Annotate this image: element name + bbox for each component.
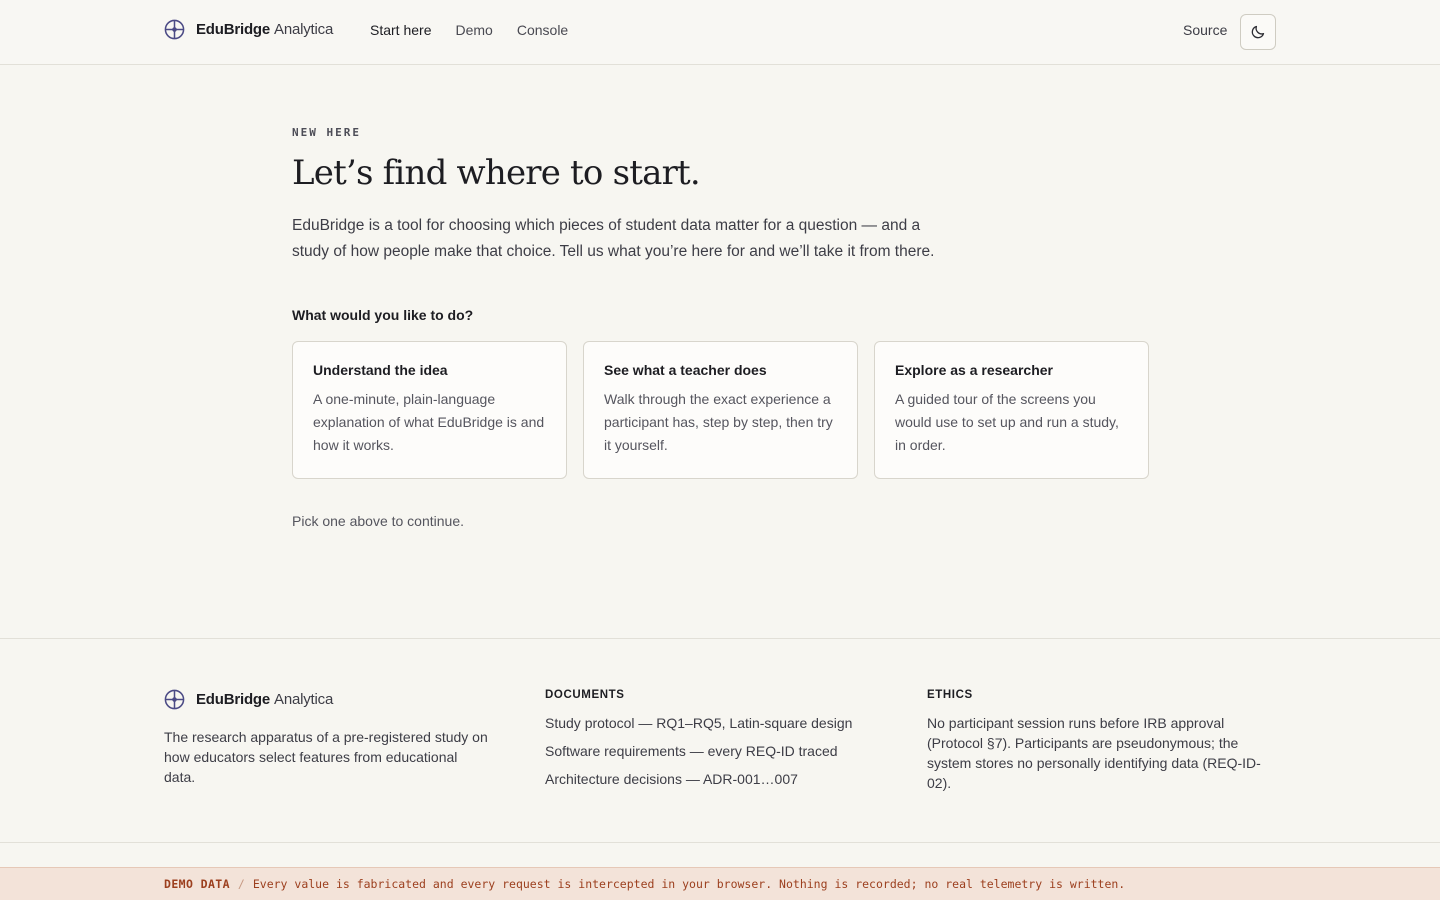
card-description: A guided tour of the screens you would u… bbox=[895, 391, 1119, 453]
card-researcher-tour[interactable]: Explore as a researcher A guided tour of… bbox=[874, 341, 1149, 479]
compass-logo-icon bbox=[164, 689, 185, 710]
moon-icon bbox=[1251, 25, 1265, 39]
card-title: See what a teacher does bbox=[604, 362, 767, 378]
ethics-statement: No participant session runs before IRB a… bbox=[927, 715, 1261, 791]
documents-heading: DOCUMENTS bbox=[545, 689, 625, 701]
brand-name-strong: EduBridge bbox=[196, 20, 271, 38]
brand-name-light: Analytica bbox=[274, 20, 334, 38]
demo-data-banner: DEMO DATA / Every value is fabricated an… bbox=[0, 867, 1440, 900]
theme-toggle-button[interactable] bbox=[1240, 14, 1276, 50]
brand-name-strong: EduBridge bbox=[196, 691, 271, 708]
intro-paragraph: EduBridge is a tool for choosing which p… bbox=[292, 217, 935, 260]
demo-data-tag: DEMO DATA bbox=[164, 877, 230, 891]
brand-logo-link[interactable]: EduBridge Analytica bbox=[164, 18, 333, 40]
footer-documents-column: DOCUMENTS Study protocol — RQ1–RQ5, Lati… bbox=[545, 689, 885, 797]
nav-console[interactable]: Console bbox=[517, 22, 568, 38]
footer-brand-name: EduBridge Analytica bbox=[196, 691, 333, 708]
compass-logo-icon bbox=[164, 19, 185, 39]
source-link[interactable]: Source bbox=[1183, 22, 1227, 38]
top-navigation-bar: EduBridge Analytica Start here Demo Cons… bbox=[0, 0, 1440, 65]
brand-name-light: Analytica bbox=[274, 691, 334, 708]
card-description: A one-minute, plain-language explanation… bbox=[313, 391, 545, 453]
start-here-section: NEW HERE Let’s find where to start. EduB… bbox=[292, 126, 1152, 529]
choice-prompt: What would you like to do? bbox=[292, 307, 474, 323]
demo-data-message: Every value is fabricated and every requ… bbox=[252, 877, 1126, 891]
continue-hint: Pick one above to continue. bbox=[292, 513, 465, 529]
path-choice-cards: Understand the idea A one-minute, plain-… bbox=[292, 341, 1152, 479]
nav-demo[interactable]: Demo bbox=[455, 22, 492, 38]
site-footer: EduBridge Analytica The research apparat… bbox=[0, 638, 1440, 843]
card-description: Walk through the exact experience a part… bbox=[604, 391, 833, 453]
page-title: Let’s find where to start. bbox=[292, 153, 701, 193]
architecture-decisions-link[interactable]: Architecture decisions — ADR-001…007 bbox=[545, 769, 885, 789]
banner-separator: / bbox=[237, 877, 245, 891]
main-nav: Start here Demo Console bbox=[370, 22, 568, 38]
footer-brand[interactable]: EduBridge Analytica bbox=[164, 689, 333, 710]
card-understand-idea[interactable]: Understand the idea A one-minute, plain-… bbox=[292, 341, 567, 479]
brand-name: EduBridge Analytica bbox=[196, 21, 333, 38]
card-title: Explore as a researcher bbox=[895, 362, 1053, 378]
ethics-heading: ETHICS bbox=[927, 689, 973, 701]
documents-links: Study protocol — RQ1–RQ5, Latin-square d… bbox=[545, 713, 885, 789]
card-teacher-walkthrough[interactable]: See what a teacher does Walk through the… bbox=[583, 341, 858, 479]
software-requirements-link[interactable]: Software requirements — every REQ-ID tra… bbox=[545, 741, 885, 761]
nav-start-here[interactable]: Start here bbox=[370, 22, 431, 38]
study-protocol-link[interactable]: Study protocol — RQ1–RQ5, Latin-square d… bbox=[545, 713, 885, 733]
card-title: Understand the idea bbox=[313, 362, 448, 378]
eyebrow-label: NEW HERE bbox=[292, 126, 361, 139]
footer-ethics-column: ETHICS No participant session runs befor… bbox=[927, 689, 1272, 793]
footer-tagline: The research apparatus of a pre-register… bbox=[164, 729, 488, 785]
